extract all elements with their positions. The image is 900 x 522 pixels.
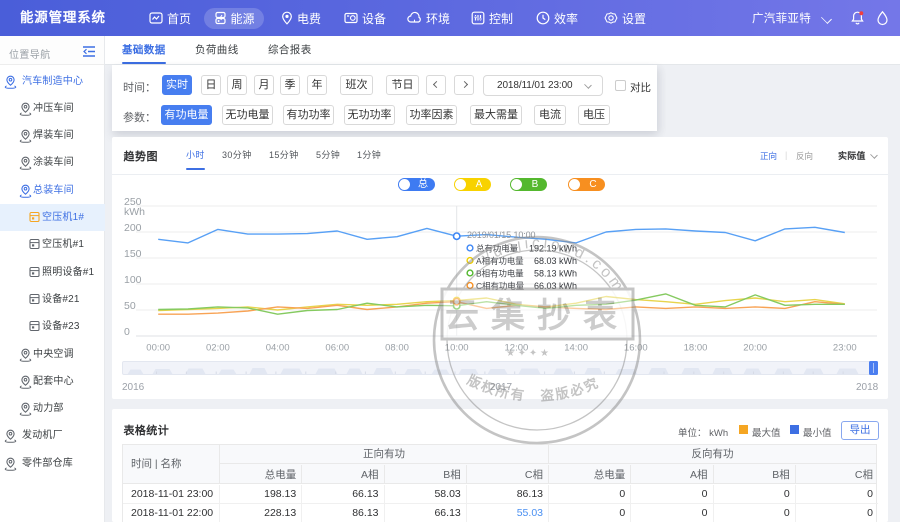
svg-text:58.13 kWh: 58.13 kWh	[534, 268, 577, 278]
svg-text:10:00: 10:00	[445, 343, 469, 354]
svg-text:50: 50	[124, 300, 136, 312]
svg-text:12:00: 12:00	[505, 343, 529, 354]
svg-text:02:00: 02:00	[206, 343, 230, 354]
svg-text:00:00: 00:00	[146, 343, 170, 354]
svg-text:100: 100	[124, 274, 142, 286]
svg-text:C相有功电量: C相有功电量	[476, 281, 525, 291]
svg-text:200: 200	[124, 222, 142, 234]
svg-text:68.03 kWh: 68.03 kWh	[534, 256, 577, 266]
svg-text:20:00: 20:00	[743, 343, 767, 354]
svg-text:18:00: 18:00	[684, 343, 708, 354]
svg-text:0: 0	[124, 326, 130, 338]
svg-text:16:00: 16:00	[624, 343, 648, 354]
svg-text:14:00: 14:00	[564, 343, 588, 354]
svg-text:06:00: 06:00	[325, 343, 349, 354]
svg-text:08:00: 08:00	[385, 343, 409, 354]
svg-text:kWh: kWh	[124, 206, 145, 218]
svg-text:23:00: 23:00	[833, 343, 857, 354]
svg-text:A相有功电量: A相有功电量	[476, 256, 524, 266]
svg-text:2019/01/15 10:00: 2019/01/15 10:00	[467, 230, 536, 240]
svg-text:66.03 kWh: 66.03 kWh	[534, 281, 577, 291]
svg-text:150: 150	[124, 248, 142, 260]
svg-text:总有功电量: 总有功电量	[476, 243, 519, 253]
svg-text:04:00: 04:00	[266, 343, 290, 354]
svg-text:B相有功电量: B相有功电量	[476, 268, 524, 278]
svg-text:192.19 kWh: 192.19 kWh	[529, 243, 577, 253]
